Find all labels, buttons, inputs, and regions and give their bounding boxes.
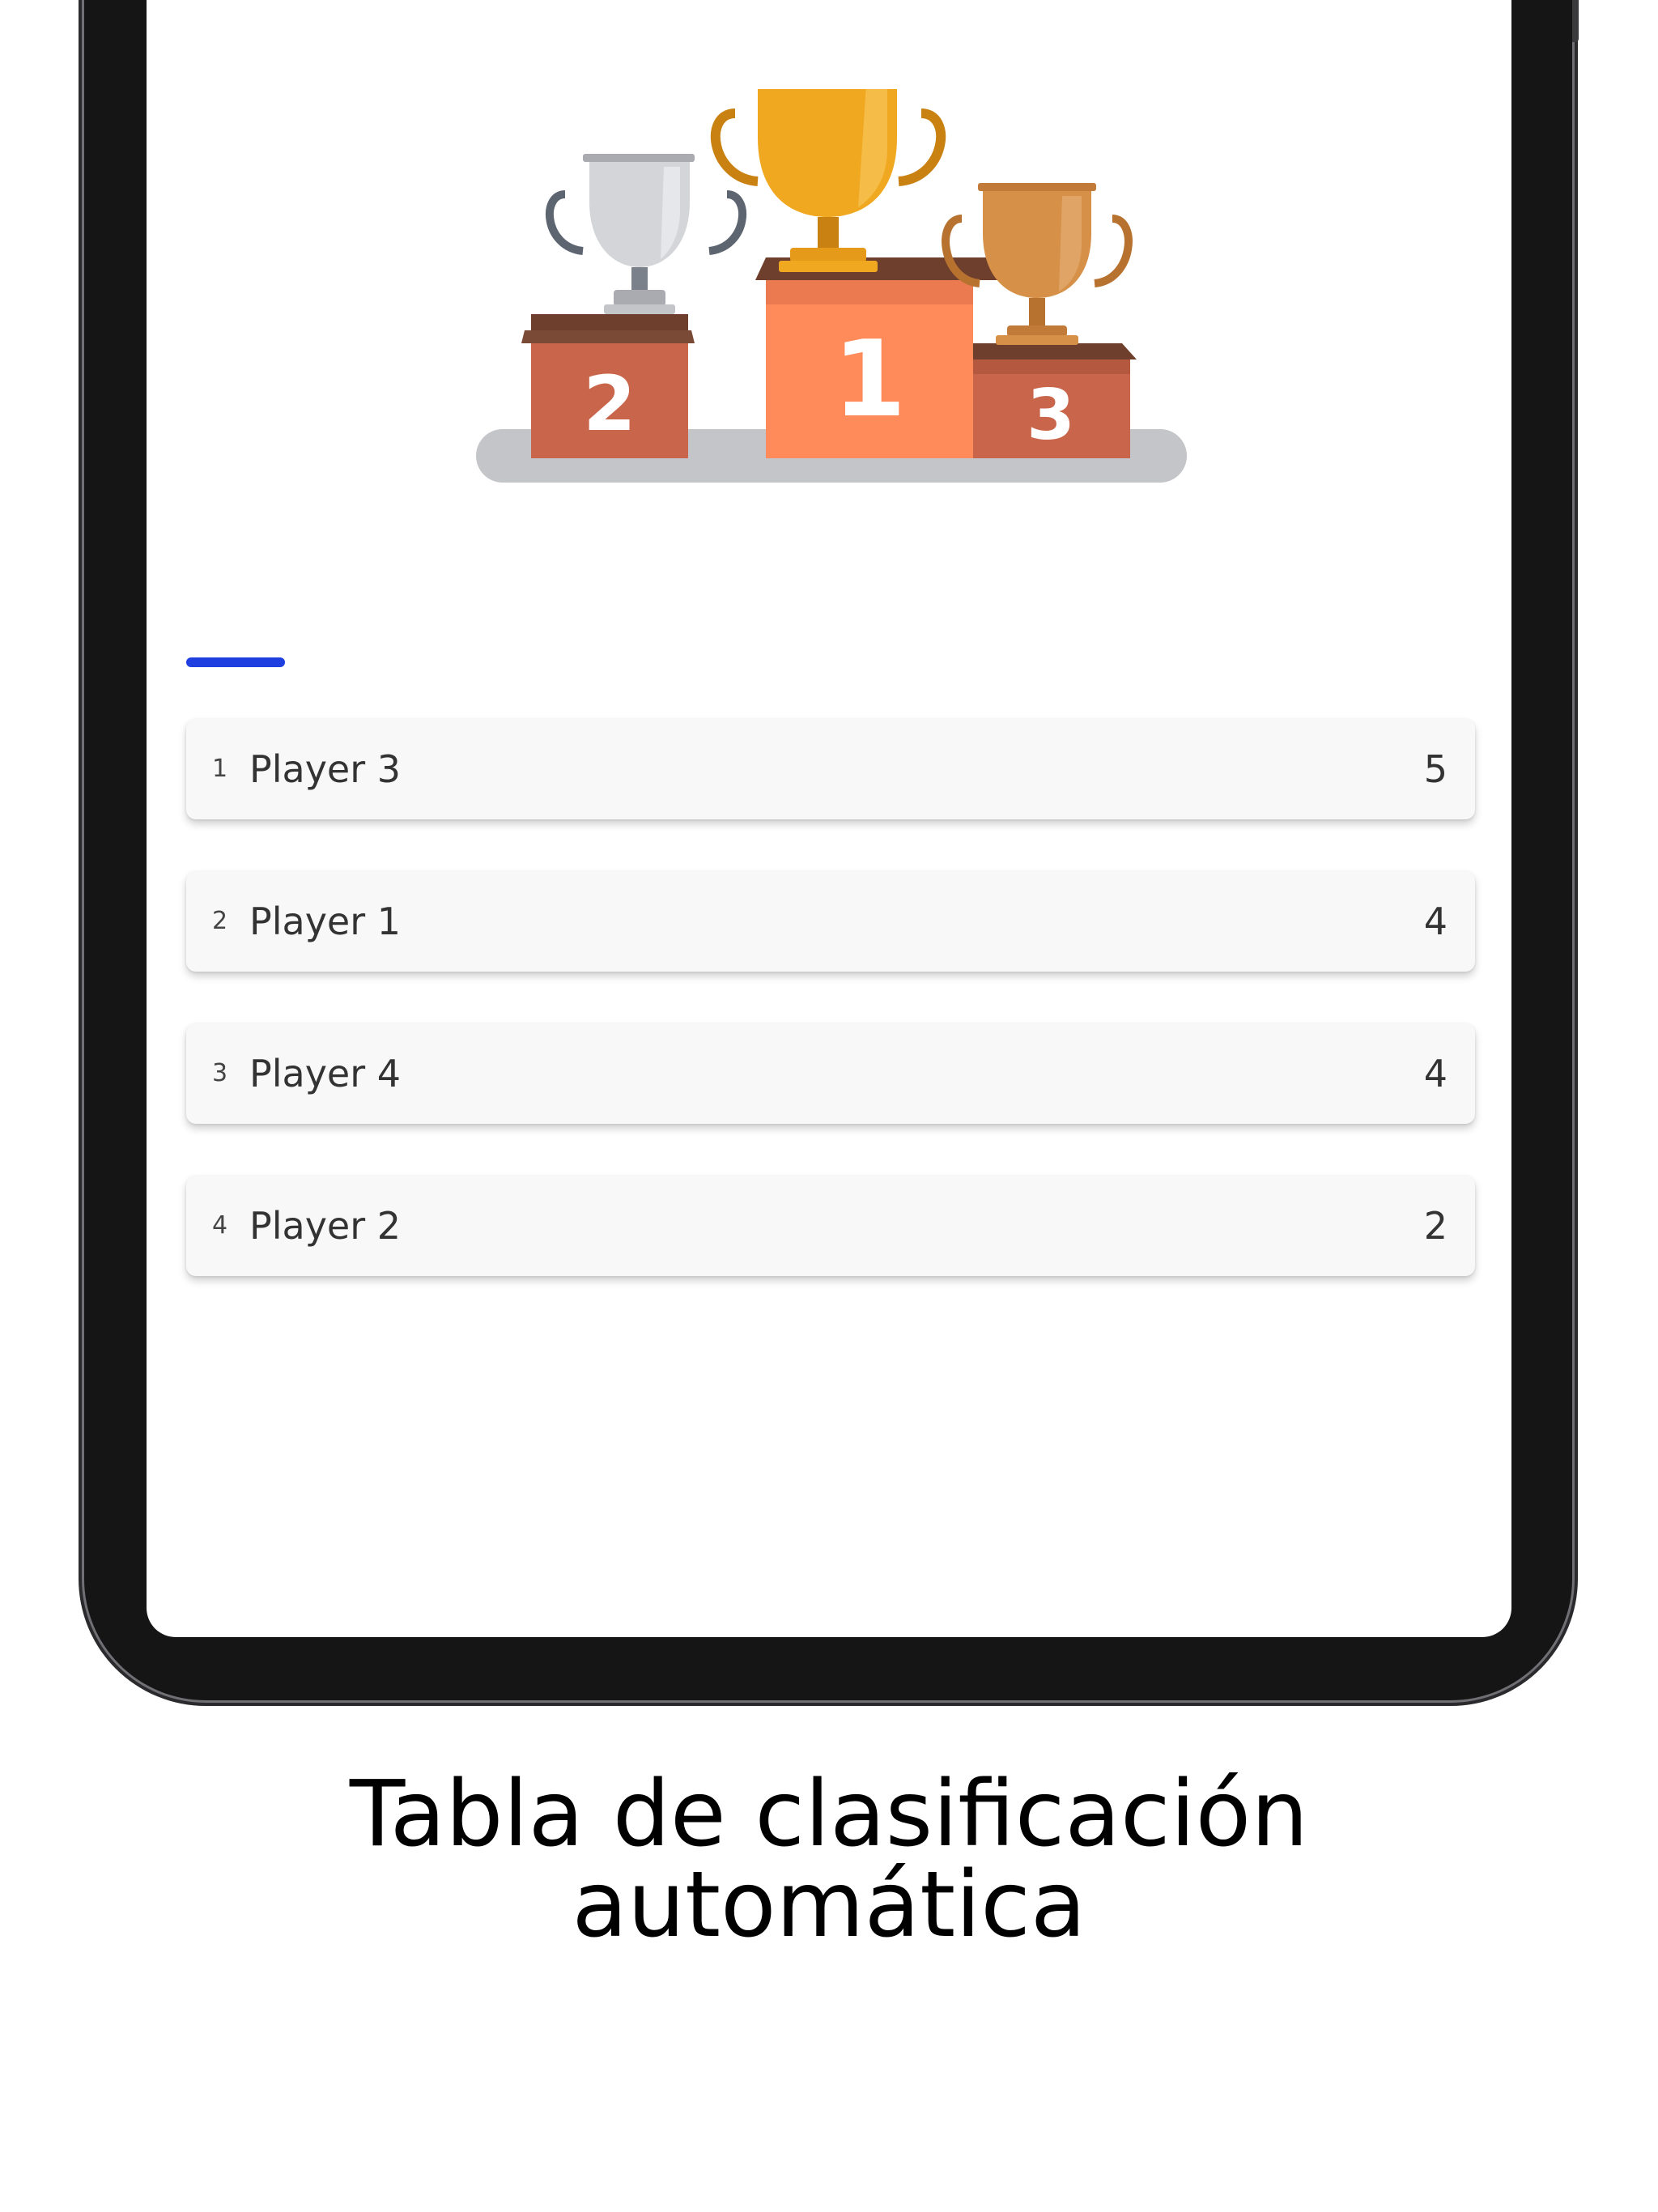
leaderboard-list: 1 Player 3 5 2 Player 1 4 3 Player 4 4 4…: [186, 719, 1475, 1328]
podium-number-1: 1: [833, 317, 906, 440]
row-player-name: Player 1: [249, 900, 402, 943]
marketing-caption: Tabla de clasificación automática: [0, 1769, 1658, 1950]
row-rank: 2: [212, 907, 228, 935]
silver-trophy-icon: [545, 154, 747, 314]
row-player-name: Player 4: [249, 1052, 402, 1095]
podium-number-2: 2: [583, 360, 636, 449]
podium-third-top: [973, 343, 1137, 359]
row-score: 2: [1423, 1204, 1448, 1248]
row-player-name: Player 3: [249, 747, 402, 791]
leaderboard-row[interactable]: 4 Player 2 2: [186, 1176, 1475, 1276]
caption-line-1: Tabla de clasificación: [349, 1762, 1309, 1867]
leaderboard-row[interactable]: 2 Player 1 4: [186, 871, 1475, 972]
row-rank: 4: [212, 1211, 228, 1240]
caption-line-2: automática: [572, 1853, 1086, 1958]
leaderboard-row[interactable]: 3 Player 4 4: [186, 1023, 1475, 1124]
row-score: 5: [1423, 747, 1448, 791]
tab-indicator: [186, 657, 285, 667]
gold-trophy-icon: [710, 89, 946, 272]
podium-trophies-illustration: 2 1 3: [476, 89, 1187, 483]
row-rank: 3: [212, 1059, 228, 1087]
row-rank: 1: [212, 755, 228, 783]
podium-number-3: 3: [1027, 375, 1075, 456]
row-score: 4: [1423, 1052, 1448, 1095]
row-score: 4: [1423, 900, 1448, 943]
tablet-side-button: [1572, 0, 1579, 42]
leaderboard-row[interactable]: 1 Player 3 5: [186, 719, 1475, 819]
app-screen: 2 1 3 1 Player 3 5 2 Player 1 4 3 Player…: [147, 0, 1511, 1637]
row-player-name: Player 2: [249, 1204, 402, 1248]
